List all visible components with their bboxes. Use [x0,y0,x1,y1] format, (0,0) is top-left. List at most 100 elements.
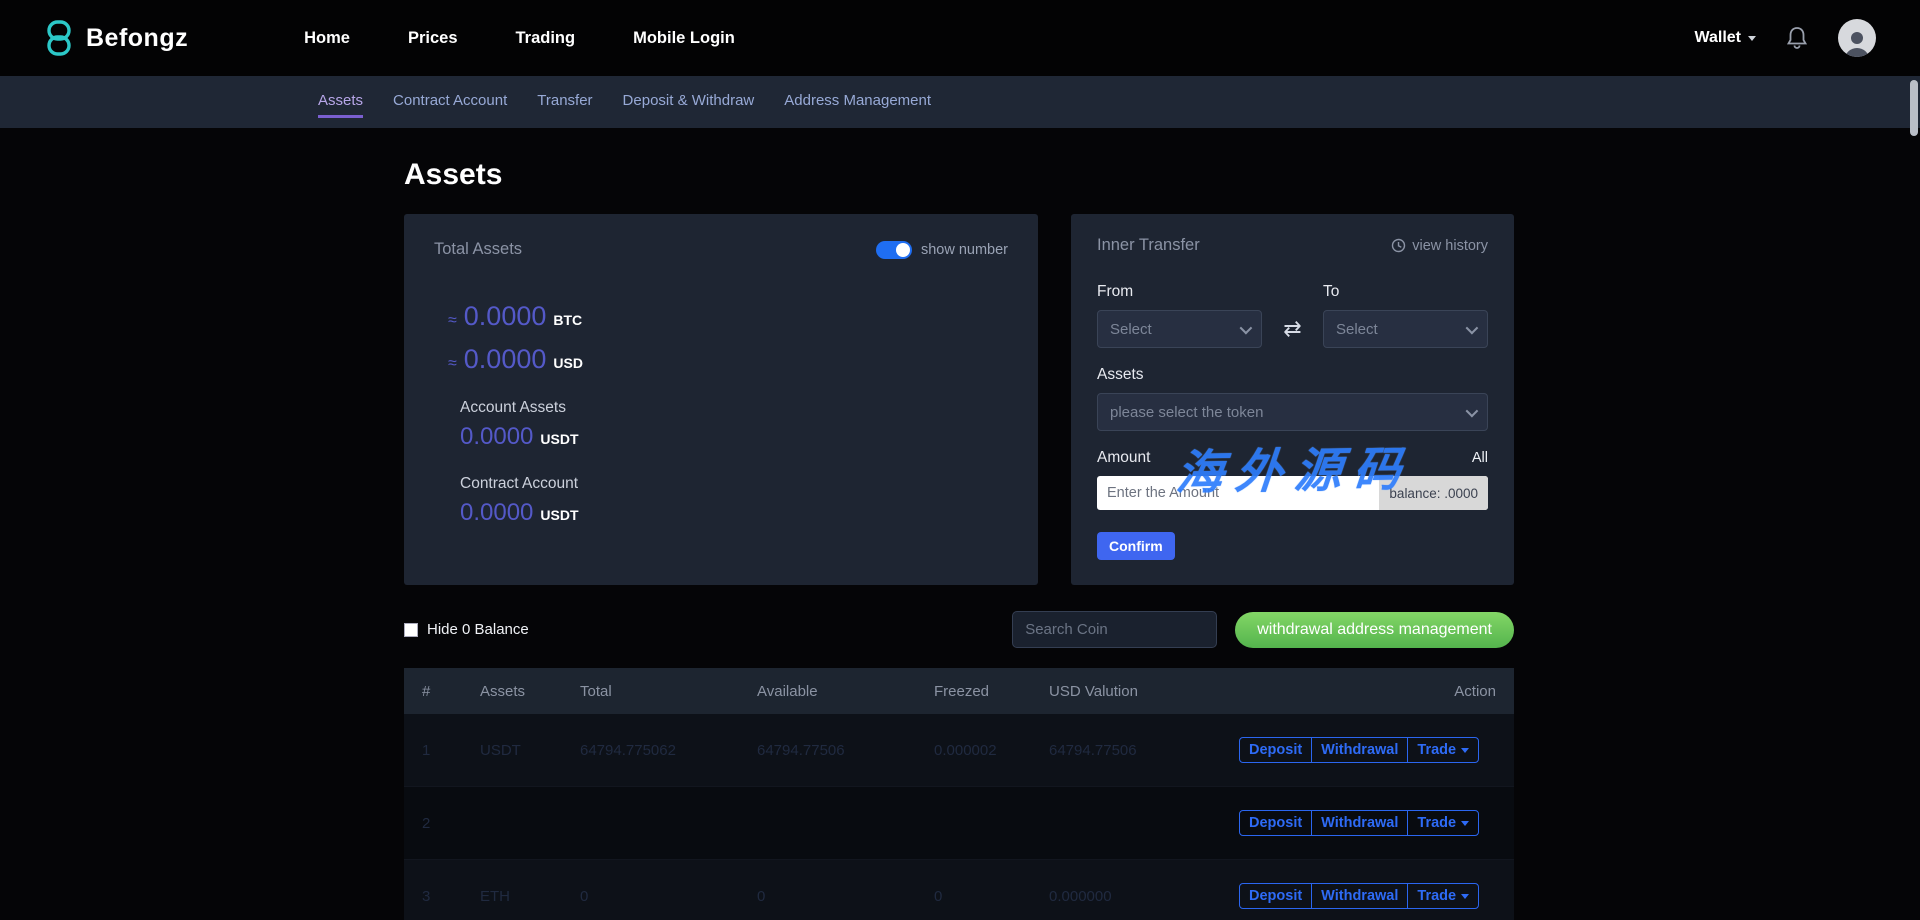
from-label: From [1097,283,1134,300]
deposit-button[interactable]: Deposit [1239,737,1313,763]
cell-available: 64794.77506 [757,741,845,759]
approx-sign: ≈ [448,312,457,329]
page-title: Assets [404,158,503,191]
withdrawal-button[interactable]: Withdrawal [1311,883,1409,909]
to-select[interactable]: Select [1323,310,1488,348]
account-assets-unit: USDT [540,431,579,447]
withdrawal-address-management-button[interactable]: withdrawal address management [1235,611,1514,648]
to-label: To [1323,283,1340,300]
subnav-item-address-management[interactable]: Address Management [784,86,931,118]
usd-unit-label: USD [553,355,583,371]
brand[interactable]: Befongz [44,19,188,57]
top-right-controls: Wallet [1694,19,1876,57]
trade-dropdown-button[interactable]: Trade [1407,883,1480,909]
subnav-item-deposit-withdraw[interactable]: Deposit & Withdraw [623,86,755,118]
chevron-down-icon [1461,747,1470,753]
from-select-placeholder: Select [1110,320,1152,338]
deposit-button[interactable]: Deposit [1239,883,1313,909]
view-history-link[interactable]: view history [1391,238,1488,254]
wallet-menu[interactable]: Wallet [1694,29,1756,47]
nav-item-trading[interactable]: Trading [516,29,576,48]
trade-dropdown-button[interactable]: Trade [1407,810,1480,836]
nav-item-home[interactable]: Home [304,29,350,48]
hide-zero-label: Hide 0 Balance [427,621,529,638]
contract-account-value: 0.0000 [460,499,534,526]
usd-total-value: 0.0000 [463,344,547,374]
cell-available: 0 [757,887,766,905]
clock-icon [1392,238,1406,253]
cell-total: 0 [580,887,589,905]
account-assets-value: 0.0000 [460,423,534,450]
chevron-down-icon [1461,893,1470,899]
chevron-down-icon [1465,404,1479,417]
nav-item-prices[interactable]: Prices [408,29,458,48]
scrollbar-thumb[interactable] [1910,80,1918,136]
amount-label: Amount [1097,449,1151,466]
col-index: # [422,682,431,700]
withdrawal-button[interactable]: Withdrawal [1311,810,1409,836]
cell-total: 64794.775062 [580,741,676,759]
table-row: 2 Deposit Withdrawal Trade [404,787,1514,860]
user-avatar[interactable] [1838,19,1876,57]
col-usd-valution: USD Valution [1049,682,1138,700]
account-assets-label: Account Assets [460,399,566,416]
chevron-down-icon [1748,35,1756,41]
token-select-placeholder: please select the token [1110,403,1264,421]
col-assets: Assets [480,682,526,700]
chevron-down-icon [1461,820,1470,826]
btc-total-row: ≈ 0.0000 BTC [448,301,1008,332]
trade-label: Trade [1417,815,1457,831]
assets-subnav: Assets Contract Account Transfer Deposit… [0,76,1920,128]
subnav-item-contract-account[interactable]: Contract Account [393,86,507,118]
balance-chip: balance: .0000 [1379,476,1488,510]
cell-usd: 64794.77506 [1049,741,1137,759]
deposit-button[interactable]: Deposit [1239,810,1313,836]
cell-asset: ETH [480,887,510,905]
amount-input-wrap: balance: .0000 [1097,476,1488,510]
subnav-item-assets[interactable]: Assets [318,86,364,118]
main-content: Assets Total Assets show number ≈ 0.0000… [0,158,1920,920]
cell-freezed: 0 [934,887,943,905]
from-select[interactable]: Select [1097,310,1262,348]
trade-dropdown-button[interactable]: Trade [1407,737,1480,763]
col-freezed: Freezed [934,682,990,700]
trade-label: Trade [1417,742,1457,758]
cell-usd: 0.000000 [1049,887,1112,905]
cell-asset: USDT [480,741,521,759]
swap-direction-icon[interactable]: ⇄ [1283,316,1301,342]
subnav-item-transfer[interactable]: Transfer [537,86,592,118]
main-nav: Home Prices Trading Mobile Login [304,29,735,48]
table-row: 3 ETH 0 0 0 0.000000 Deposit Withdrawal … [404,860,1514,920]
total-assets-title: Total Assets [434,240,523,258]
col-total: Total [580,682,612,700]
contract-account-label: Contract Account [460,475,579,492]
col-action: Action [1454,682,1496,700]
wallet-label: Wallet [1694,29,1741,46]
cell-index: 3 [422,887,431,905]
trade-label: Trade [1417,888,1457,904]
col-available: Available [757,682,818,700]
notification-bell-icon[interactable] [1786,26,1808,50]
inner-transfer-title: Inner Transfer [1097,236,1200,254]
brand-logo-icon [47,20,71,56]
table-row: 1 USDT 64794.775062 64794.77506 0.000002… [404,714,1514,787]
confirm-button[interactable]: Confirm [1097,532,1175,560]
contract-account-value-row: 0.0000 USDT [460,499,1008,527]
contract-account-unit: USDT [540,507,579,523]
show-number-toggle[interactable] [875,240,912,259]
cell-index: 2 [422,814,431,832]
nav-item-mobile-login[interactable]: Mobile Login [633,29,735,48]
hide-zero-checkbox[interactable] [404,622,418,637]
total-assets-panel: Total Assets show number ≈ 0.0000 BTC ≈ … [404,214,1038,585]
search-coin-input[interactable] [1012,611,1218,648]
withdrawal-button[interactable]: Withdrawal [1311,737,1409,763]
hide-zero-balance-checkbox-row[interactable]: Hide 0 Balance [404,621,529,638]
amount-all-button[interactable]: All [1472,450,1488,466]
cell-freezed: 0.000002 [934,741,997,759]
btc-total-value: 0.0000 [463,301,547,331]
amount-input[interactable] [1097,476,1380,510]
chevron-down-icon [1465,321,1479,334]
chevron-down-icon [1239,321,1253,334]
assets-table: # Assets Total Available Freezed USD Val… [404,668,1514,920]
token-select[interactable]: please select the token [1097,393,1488,431]
